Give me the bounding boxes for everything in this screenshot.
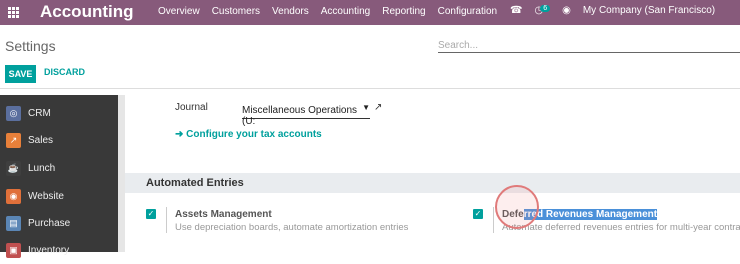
configure-tax-accounts-link[interactable]: ➜ Configure your tax accounts (175, 129, 322, 140)
assets-management-checkbox[interactable]: ✓ (146, 209, 156, 219)
sidebar-item-label: Inventory (28, 245, 70, 256)
menu-vendors[interactable]: Vendors (272, 6, 309, 17)
sales-icon: ↗ (6, 133, 21, 148)
menu-reporting[interactable]: Reporting (382, 6, 425, 17)
sidebar-item-label: Purchase (28, 218, 71, 229)
selected-text: rred Revenues Management (523, 209, 658, 220)
discard-button[interactable]: DISCARD (44, 67, 85, 77)
journal-value: Miscellaneous Operations (U: (242, 105, 358, 127)
purchase-icon: ▤ (6, 216, 21, 231)
activity-icon[interactable]: ◷6 (534, 5, 551, 16)
configure-link-label: Configure your tax accounts (186, 129, 322, 140)
caret-down-icon[interactable]: ▼ (362, 103, 370, 112)
app-sidebar: ◎ CRM ↗ Sales ☕ Lunch ◉ Website ▤ Purcha… (0, 95, 118, 258)
sidebar-item-label: Website (28, 191, 64, 202)
section-title: Automated Entries (146, 177, 244, 189)
sidebar-item-label: Lunch (28, 163, 56, 174)
section-header: Automated Entries (125, 173, 740, 193)
settings-content: Journal Miscellaneous Operations (U: ▼ ↗… (125, 95, 740, 252)
phone-icon[interactable]: ☎ (510, 5, 522, 16)
sidebar-scrollbar[interactable] (118, 95, 125, 252)
search-box (438, 35, 740, 53)
control-panel: Settings SAVE DISCARD (0, 25, 740, 89)
crm-icon: ◎ (6, 106, 21, 121)
chat-count-badge: 6 (540, 5, 551, 12)
journal-label: Journal (175, 102, 208, 113)
deferred-revenues-checkbox[interactable]: ✓ (473, 209, 483, 219)
chat-icon[interactable]: ◉ (562, 5, 571, 16)
journal-select[interactable]: Miscellaneous Operations (U: ▼ (242, 101, 370, 127)
sidebar-item-label: CRM (28, 108, 51, 119)
divider (166, 207, 167, 233)
sidebar-item-label: Sales (28, 135, 54, 146)
top-navbar: Accounting Overview Customers Vendors Ac… (0, 0, 740, 25)
deferred-revenues-description: Automate deferred revenues entries for m… (502, 222, 740, 233)
breadcrumb: Settings (5, 38, 56, 54)
lunch-icon: ☕ (6, 161, 21, 176)
menu-customers[interactable]: Customers (212, 6, 260, 17)
save-button[interactable]: SAVE (5, 65, 36, 83)
menu-overview[interactable]: Overview (158, 6, 200, 17)
sidebar-item-lunch[interactable]: ☕ Lunch (0, 155, 118, 182)
main-menu: Overview Customers Vendors Accounting Re… (158, 6, 497, 17)
sidebar-item-sales[interactable]: ↗ Sales (0, 127, 118, 154)
systray: ☎ ◷6 ◉ My Company (San Francisco) (510, 5, 715, 16)
sidebar-item-inventory[interactable]: ▣ Inventory (0, 237, 118, 264)
menu-configuration[interactable]: Configuration (438, 6, 497, 17)
sidebar-item-website[interactable]: ◉ Website (0, 183, 118, 210)
assets-management-title: Assets Management (175, 209, 272, 220)
menu-accounting[interactable]: Accounting (321, 6, 370, 17)
assets-management-description: Use depreciation boards, automate amorti… (175, 222, 409, 233)
app-title: Accounting (40, 2, 134, 21)
company-switcher[interactable]: My Company (San Francisco) (583, 5, 715, 16)
inventory-icon: ▣ (6, 243, 21, 258)
search-input[interactable] (438, 40, 740, 51)
sidebar-item-purchase[interactable]: ▤ Purchase (0, 210, 118, 237)
website-icon: ◉ (6, 189, 21, 204)
apps-grid-icon[interactable] (8, 7, 19, 18)
sidebar-item-crm[interactable]: ◎ CRM (0, 100, 118, 127)
external-link-icon[interactable]: ↗ (374, 102, 382, 113)
divider (493, 207, 494, 233)
click-indicator (495, 185, 539, 229)
